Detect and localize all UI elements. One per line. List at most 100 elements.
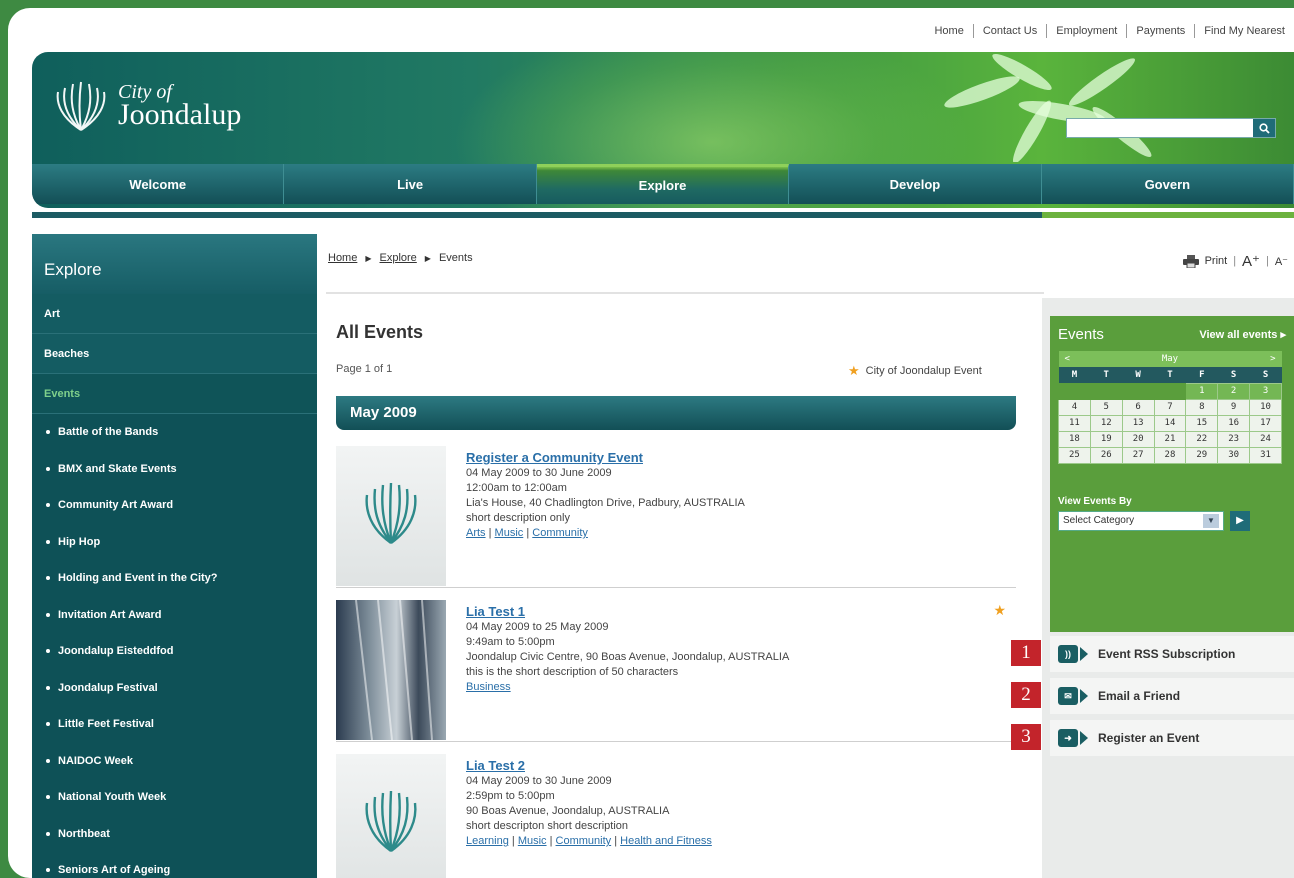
toplink-employment[interactable]: Employment	[1046, 24, 1126, 38]
calendar-day[interactable]: 6	[1121, 398, 1155, 416]
prev-month-button[interactable]: <	[1058, 351, 1091, 367]
nav-explore[interactable]: Explore	[536, 164, 790, 204]
city-logo[interactable]: City of Joondalup	[52, 80, 241, 132]
calendar-day[interactable]: 20	[1121, 430, 1155, 448]
calendar-day[interactable]: 14	[1153, 414, 1187, 432]
category-link[interactable]: Music	[518, 835, 547, 847]
nav-develop[interactable]: Develop	[789, 164, 1042, 204]
calendar-day[interactable]: 24	[1249, 430, 1282, 448]
sidebar-item-label: Invitation Art Award	[58, 608, 162, 621]
next-month-button[interactable]: >	[1249, 351, 1282, 367]
calendar-day[interactable]: 4	[1058, 398, 1091, 416]
bullet-icon	[46, 576, 50, 581]
calendar-day-empty	[1058, 382, 1091, 400]
calendar-day[interactable]: 26	[1089, 446, 1123, 464]
sidebar-item[interactable]: Little Feet Festival	[32, 706, 317, 743]
calendar-day[interactable]: 8	[1185, 398, 1219, 416]
sidebar-item[interactable]: Community Art Award	[32, 487, 317, 524]
sidebar-item[interactable]: Invitation Art Award	[32, 597, 317, 634]
rss-subscription-button[interactable]: )) Event RSS Subscription	[1050, 636, 1294, 672]
event-thumbnail	[336, 754, 446, 878]
sidebar-section-events[interactable]: Events	[32, 374, 317, 414]
nav-welcome[interactable]: Welcome	[32, 164, 285, 204]
page-frame: Home Contact Us Employment Payments Find…	[8, 8, 1294, 878]
calendar-day[interactable]: 16	[1217, 414, 1251, 432]
go-button[interactable]: ▶	[1230, 510, 1250, 531]
event-info: Lia Test 2 04 May 2009 to 30 June 2009 2…	[466, 758, 712, 849]
calendar-day[interactable]: 15	[1185, 414, 1219, 432]
right-column: Events View all events ▸ < May > M T W T…	[1042, 298, 1294, 878]
calendar-day[interactable]: 2	[1217, 382, 1251, 400]
category-link[interactable]: Community	[532, 527, 588, 539]
sidebar-section-art[interactable]: Art	[32, 294, 317, 334]
calendar-day[interactable]: 19	[1089, 430, 1123, 448]
breadcrumb-home[interactable]: Home	[328, 252, 357, 264]
calendar-day[interactable]: 9	[1217, 398, 1251, 416]
event-description: this is the short description of 50 char…	[466, 666, 679, 678]
sidebar-item[interactable]: NAIDOC Week	[32, 743, 317, 780]
calendar-day[interactable]: 17	[1249, 414, 1282, 432]
calendar-day[interactable]: 30	[1217, 446, 1251, 464]
sidebar-item[interactable]: Holding and Event in the City?	[32, 560, 317, 597]
calendar-title: Events	[1058, 326, 1104, 343]
category-select[interactable]: Select Category ▼	[1058, 510, 1224, 531]
site-header: City of Joondalup Welcome Live Explore D…	[32, 52, 1294, 208]
category-select-value: Select Category	[1063, 515, 1135, 526]
category-link[interactable]: Business	[466, 681, 511, 693]
sidebar-item[interactable]: Northbeat	[32, 816, 317, 853]
email-friend-button[interactable]: ✉ Email a Friend	[1050, 678, 1294, 714]
sidebar-item-label: Northbeat	[58, 827, 110, 840]
calendar-day[interactable]: 27	[1121, 446, 1155, 464]
sidebar-item[interactable]: BMX and Skate Events	[32, 451, 317, 488]
sidebar-item[interactable]: Seniors Art of Ageing	[32, 852, 317, 878]
calendar-day[interactable]: 5	[1089, 398, 1123, 416]
calendar-day[interactable]: 28	[1153, 446, 1187, 464]
calendar-day[interactable]: 7	[1153, 398, 1187, 416]
event-title-link[interactable]: Lia Test 2	[466, 758, 712, 773]
annotation-badge-1: 1	[1011, 640, 1041, 666]
category-link[interactable]: Community	[556, 835, 612, 847]
calendar-day[interactable]: 11	[1058, 414, 1091, 432]
breadcrumb-explore[interactable]: Explore	[380, 252, 417, 264]
nav-govern[interactable]: Govern	[1041, 164, 1294, 204]
sidebar-item[interactable]: Battle of the Bands	[32, 414, 317, 451]
calendar-day[interactable]: 31	[1249, 446, 1282, 464]
calendar-day[interactable]: 25	[1058, 446, 1091, 464]
register-event-button[interactable]: ➜ Register an Event	[1050, 720, 1294, 756]
toplink-home[interactable]: Home	[925, 24, 972, 38]
sidebar-item[interactable]: National Youth Week	[32, 779, 317, 816]
calendar-day[interactable]: 1	[1185, 382, 1219, 400]
category-link[interactable]: Music	[495, 527, 524, 539]
toplink-contact[interactable]: Contact Us	[972, 24, 1046, 38]
calendar-day[interactable]: 18	[1058, 430, 1091, 448]
weekday-label: S	[1217, 367, 1250, 383]
category-link[interactable]: Arts	[466, 527, 486, 539]
sidebar-section-beaches[interactable]: Beaches	[32, 334, 317, 374]
sidebar-item[interactable]: Hip Hop	[32, 524, 317, 561]
nav-live[interactable]: Live	[284, 164, 537, 204]
calendar-day[interactable]: 13	[1121, 414, 1155, 432]
font-increase-button[interactable]: A⁺	[1242, 252, 1260, 270]
calendar-day[interactable]: 12	[1089, 414, 1123, 432]
category-link[interactable]: Learning	[466, 835, 509, 847]
page-title: All Events	[336, 322, 424, 342]
search-button[interactable]	[1253, 119, 1275, 137]
printer-icon[interactable]	[1182, 254, 1199, 268]
calendar-day[interactable]: 3	[1249, 382, 1282, 400]
toplink-payments[interactable]: Payments	[1126, 24, 1194, 38]
calendar-day[interactable]: 21	[1153, 430, 1187, 448]
calendar-day[interactable]: 29	[1185, 446, 1219, 464]
sidebar-item[interactable]: Joondalup Eisteddfod	[32, 633, 317, 670]
event-title-link[interactable]: Register a Community Event	[466, 450, 745, 465]
event-title-link[interactable]: Lia Test 1	[466, 604, 789, 619]
font-decrease-button[interactable]: A⁻	[1275, 255, 1288, 268]
sidebar-item[interactable]: Joondalup Festival	[32, 670, 317, 707]
calendar-day[interactable]: 22	[1185, 430, 1219, 448]
toplink-find-nearest[interactable]: Find My Nearest	[1194, 24, 1294, 38]
search-input[interactable]	[1066, 118, 1276, 138]
calendar-day[interactable]: 10	[1249, 398, 1282, 416]
print-link[interactable]: Print	[1205, 255, 1228, 267]
category-link[interactable]: Health and Fitness	[620, 835, 712, 847]
calendar-day[interactable]: 23	[1217, 430, 1251, 448]
view-all-events-link[interactable]: View all events ▸	[1199, 328, 1286, 341]
